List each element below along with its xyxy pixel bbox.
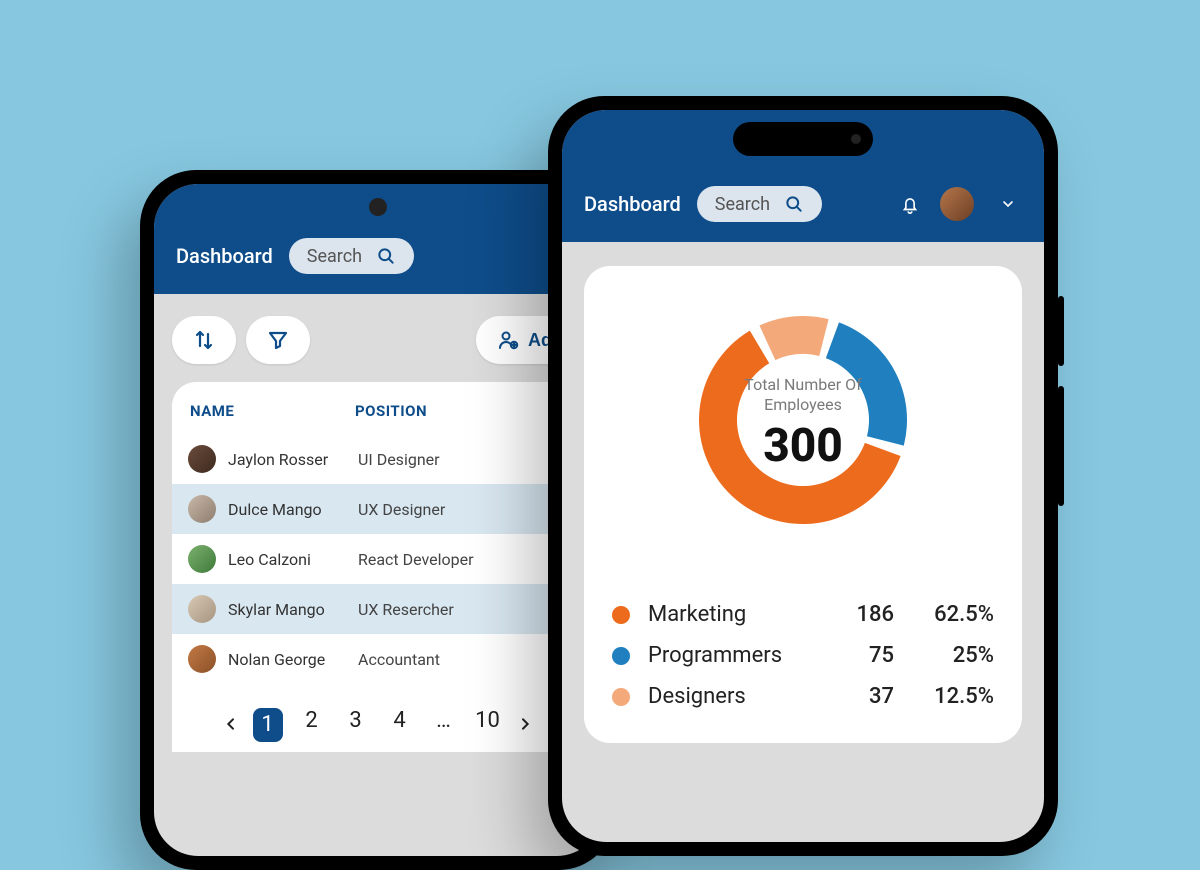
cell-position: UX Designer bbox=[358, 500, 445, 519]
page-number[interactable]: 1 bbox=[253, 708, 283, 742]
legend-value: 37 bbox=[814, 684, 894, 709]
phone-screen-left: Dashboard Search Add bbox=[154, 184, 601, 856]
sort-button[interactable] bbox=[172, 316, 236, 364]
cell-name: Dulce Mango bbox=[228, 500, 358, 519]
table-row[interactable]: Skylar MangoUX Resercher bbox=[172, 584, 583, 634]
chart-legend: Marketing18662.5%Programmers7525%Designe… bbox=[612, 594, 994, 717]
table-toolbar: Add bbox=[154, 294, 601, 382]
dashboard-content: Total Number Of Employees 300 Marketing1… bbox=[562, 242, 1044, 743]
legend-percent: 25% bbox=[894, 643, 994, 668]
cell-position: UX Resercher bbox=[358, 600, 454, 619]
donut-center: Total Number Of Employees 300 bbox=[708, 375, 899, 473]
table-row[interactable]: Leo CalzoniReact Developer bbox=[172, 534, 583, 584]
filter-button[interactable] bbox=[246, 316, 310, 364]
bell-icon[interactable] bbox=[896, 190, 924, 218]
page-title: Dashboard bbox=[176, 244, 273, 268]
legend-dot bbox=[612, 606, 630, 624]
page-number[interactable]: 2 bbox=[297, 708, 327, 742]
col-name: NAME bbox=[190, 402, 355, 420]
chevron-right-icon bbox=[517, 716, 533, 732]
avatar bbox=[188, 645, 216, 673]
search-placeholder: Search bbox=[715, 194, 770, 215]
side-button bbox=[1058, 296, 1064, 366]
search-icon[interactable] bbox=[372, 242, 400, 270]
side-button bbox=[1058, 386, 1064, 506]
legend-percent: 12.5% bbox=[894, 684, 994, 709]
table-row[interactable]: Nolan GeorgeAccountant bbox=[172, 634, 583, 684]
page-title: Dashboard bbox=[584, 192, 681, 216]
table-header: NAME POSITION bbox=[172, 382, 583, 434]
cell-name: Leo Calzoni bbox=[228, 550, 358, 569]
search-input[interactable]: Search bbox=[697, 186, 822, 222]
add-user-icon bbox=[496, 328, 520, 352]
chevron-left-icon bbox=[223, 716, 239, 732]
page-number[interactable]: 3 bbox=[341, 708, 371, 742]
legend-row: Programmers7525% bbox=[612, 635, 994, 676]
avatar bbox=[188, 595, 216, 623]
phone-mockup-left: Dashboard Search Add bbox=[140, 170, 615, 870]
employee-donut-chart: Total Number Of Employees 300 bbox=[612, 300, 994, 560]
camera-hole bbox=[369, 198, 387, 216]
sort-icon bbox=[192, 328, 216, 352]
cell-position: UI Designer bbox=[358, 450, 440, 469]
page-ellipsis: … bbox=[429, 708, 459, 742]
cell-position: Accountant bbox=[358, 650, 440, 669]
legend-percent: 62.5% bbox=[894, 602, 994, 627]
dynamic-island bbox=[733, 122, 873, 156]
legend-name: Programmers bbox=[648, 643, 814, 668]
legend-dot bbox=[612, 688, 630, 706]
employee-stats-card: Total Number Of Employees 300 Marketing1… bbox=[584, 266, 1022, 743]
avatar bbox=[188, 445, 216, 473]
cell-position: React Developer bbox=[358, 550, 474, 569]
search-icon[interactable] bbox=[780, 190, 808, 218]
pagination: 1234 … 10 bbox=[172, 684, 583, 752]
cell-name: Skylar Mango bbox=[228, 600, 358, 619]
avatar bbox=[188, 495, 216, 523]
phone-mockup-right: Dashboard Search Total Numbe bbox=[548, 96, 1058, 856]
legend-value: 75 bbox=[814, 643, 894, 668]
avatar[interactable] bbox=[940, 187, 974, 221]
donut-segment-designers bbox=[759, 316, 828, 360]
page-prev-button[interactable] bbox=[223, 713, 239, 738]
search-input[interactable]: Search bbox=[289, 238, 414, 274]
search-placeholder: Search bbox=[307, 246, 362, 267]
col-position: POSITION bbox=[355, 402, 427, 420]
avatar bbox=[188, 545, 216, 573]
page-next-button[interactable] bbox=[517, 713, 533, 738]
cell-name: Jaylon Rosser bbox=[228, 450, 358, 469]
page-number[interactable]: 4 bbox=[385, 708, 415, 742]
employee-table: NAME POSITION Jaylon RosserUI DesignerDu… bbox=[172, 382, 583, 752]
table-row[interactable]: Dulce MangoUX Designer bbox=[172, 484, 583, 534]
legend-row: Designers3712.5% bbox=[612, 676, 994, 717]
cell-name: Nolan George bbox=[228, 650, 358, 669]
table-row[interactable]: Jaylon RosserUI Designer bbox=[172, 434, 583, 484]
legend-name: Designers bbox=[648, 684, 814, 709]
donut-center-value: 300 bbox=[708, 419, 899, 473]
chevron-down-icon bbox=[1000, 196, 1016, 212]
page-number[interactable]: 10 bbox=[473, 708, 503, 742]
profile-menu-button[interactable] bbox=[994, 190, 1022, 218]
legend-name: Marketing bbox=[648, 602, 814, 627]
phone-screen-right: Dashboard Search Total Numbe bbox=[562, 110, 1044, 842]
legend-dot bbox=[612, 647, 630, 665]
filter-icon bbox=[266, 328, 290, 352]
donut-center-label: Total Number Of Employees bbox=[708, 375, 899, 415]
legend-row: Marketing18662.5% bbox=[612, 594, 994, 635]
legend-value: 186 bbox=[814, 602, 894, 627]
